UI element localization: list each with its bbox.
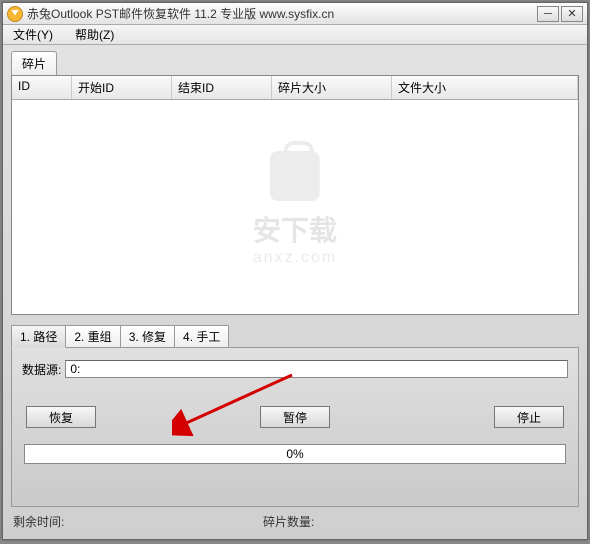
tab-repair[interactable]: 3. 修复 [120, 325, 175, 348]
close-button[interactable]: ✕ [561, 6, 583, 22]
col-id[interactable]: ID [12, 76, 72, 99]
menu-help[interactable]: 帮助(Z) [69, 24, 120, 45]
button-row: 恢复 暂停 停止 [22, 406, 568, 428]
tab-reassemble[interactable]: 2. 重组 [65, 325, 120, 348]
bag-icon [270, 151, 320, 201]
minimize-button[interactable]: ─ [537, 6, 559, 22]
menubar: 文件(Y) 帮助(Z) [3, 25, 587, 45]
watermark-text1: 安下载 [253, 209, 337, 249]
lower-panel: 数据源: 恢复 暂停 停止 0% [11, 347, 579, 507]
list-body: 安下载 anxz.com [12, 100, 578, 315]
source-label: 数据源: [22, 361, 61, 378]
tab-path[interactable]: 1. 路径 [11, 325, 66, 348]
tab-fragments[interactable]: 碎片 [11, 51, 57, 75]
tab-manual[interactable]: 4. 手工 [174, 325, 229, 348]
status-fragcount: 碎片数量: [263, 513, 314, 530]
top-tabset: 碎片 [11, 51, 579, 75]
col-start-id[interactable]: 开始ID [72, 76, 172, 99]
col-frag-size[interactable]: 碎片大小 [272, 76, 392, 99]
source-input[interactable] [65, 360, 568, 378]
watermark-text2: anxz.com [253, 249, 337, 267]
stop-button[interactable]: 停止 [494, 406, 564, 428]
pause-button[interactable]: 暂停 [260, 406, 330, 428]
progress-bar: 0% [24, 444, 566, 464]
status-bar: 剩余时间: 碎片数量: [11, 513, 579, 530]
menu-file[interactable]: 文件(Y) [7, 24, 59, 45]
watermark: 安下载 anxz.com [253, 151, 337, 267]
source-row: 数据源: [22, 360, 568, 378]
annotation-arrow [172, 370, 302, 440]
lower-tabset: 1. 路径 2. 重组 3. 修复 4. 手工 [11, 325, 579, 348]
app-icon [7, 6, 23, 22]
window-title: 赤兔Outlook PST邮件恢复软件 11.2 专业版 www.sysfix.… [27, 5, 537, 22]
lower-section: 1. 路径 2. 重组 3. 修复 4. 手工 数据源: 恢复 暂停 停止 [11, 325, 579, 507]
main-window: 赤兔Outlook PST邮件恢复软件 11.2 专业版 www.sysfix.… [2, 2, 588, 540]
content-area: 碎片 ID 开始ID 结束ID 碎片大小 文件大小 安下载 anxz.com 1… [3, 45, 587, 539]
fragment-list: ID 开始ID 结束ID 碎片大小 文件大小 安下载 anxz.com [11, 75, 579, 315]
list-header: ID 开始ID 结束ID 碎片大小 文件大小 [12, 76, 578, 100]
window-controls: ─ ✕ [537, 6, 583, 22]
titlebar: 赤兔Outlook PST邮件恢复软件 11.2 专业版 www.sysfix.… [3, 3, 587, 25]
status-remaining: 剩余时间: [13, 513, 263, 530]
col-file-size[interactable]: 文件大小 [392, 76, 578, 99]
recover-button[interactable]: 恢复 [26, 406, 96, 428]
col-end-id[interactable]: 结束ID [172, 76, 272, 99]
